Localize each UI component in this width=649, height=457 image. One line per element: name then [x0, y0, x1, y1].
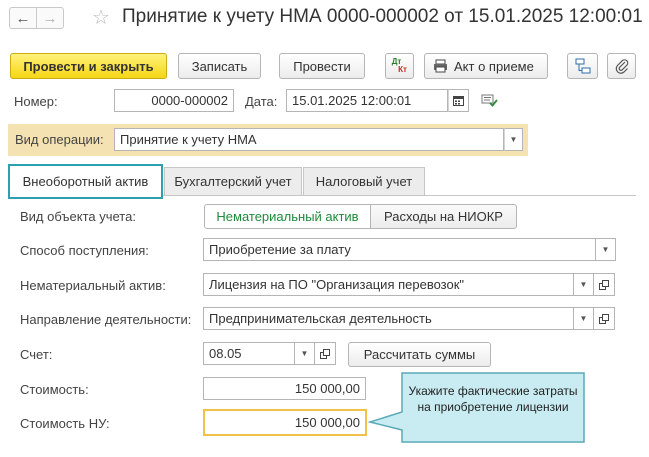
- act-print-label: Акт о приеме: [454, 58, 534, 74]
- chevron-down-icon: ▼: [579, 314, 588, 323]
- chevron-down-icon: ▼: [601, 245, 610, 254]
- tab-non-current-asset[interactable]: Внеоборотный актив: [8, 164, 163, 199]
- tax-cost-label: Стоимость НУ:: [20, 416, 110, 431]
- calculate-sums-button[interactable]: Рассчитать суммы: [348, 342, 491, 367]
- number-label: Номер:: [14, 94, 58, 109]
- activity-field[interactable]: Предпринимательская деятельность: [203, 307, 574, 330]
- operation-dropdown-button[interactable]: ▼: [504, 128, 523, 151]
- act-print-button[interactable]: Акт о приеме: [424, 53, 548, 79]
- kt-icon-text: Кт: [398, 65, 407, 74]
- intangible-asset-field[interactable]: Лицензия на ПО "Организация перевозок": [203, 273, 574, 296]
- dt-kt-button[interactable]: Дт Кт: [385, 53, 414, 79]
- paperclip-icon: [615, 59, 628, 74]
- receipt-method-field[interactable]: Приобретение за плату: [203, 238, 596, 261]
- operation-label: Вид операции:: [15, 132, 104, 147]
- calendar-icon: [453, 96, 464, 106]
- chevron-down-icon: ▼: [509, 135, 518, 144]
- printer-icon: [434, 59, 447, 73]
- structure-button[interactable]: [567, 53, 598, 79]
- tab-tax-accounting[interactable]: Налоговый учет: [303, 167, 425, 195]
- cost-label: Стоимость:: [20, 382, 89, 397]
- open-window-icon: [599, 313, 609, 324]
- tab-accounting[interactable]: Бухгалтерский учет: [164, 167, 302, 195]
- account-dropdown[interactable]: ▼: [295, 342, 315, 365]
- post-and-close-button[interactable]: Провести и закрыть: [10, 53, 167, 79]
- activity-open-button[interactable]: [594, 307, 615, 330]
- save-button[interactable]: Записать: [178, 53, 261, 79]
- tax-cost-field[interactable]: 150 000,00: [203, 409, 367, 436]
- date-label: Дата:: [245, 94, 278, 109]
- window-title: Принятие к учету НМА 0000-000002 от 15.0…: [122, 6, 643, 27]
- chevron-down-icon: ▼: [579, 280, 588, 289]
- activity-label: Направление деятельности:: [20, 312, 192, 327]
- object-type-label: Вид объекта учета:: [20, 209, 136, 224]
- account-open-button[interactable]: [315, 342, 336, 365]
- open-window-icon: [599, 279, 609, 290]
- arrow-right-icon: →: [42, 9, 58, 27]
- intangible-asset-open-button[interactable]: [594, 273, 615, 296]
- chevron-down-icon: ▼: [300, 349, 309, 358]
- intangible-asset-label: Нематериальный актив:: [20, 278, 166, 293]
- calendar-button[interactable]: [448, 89, 469, 112]
- intangible-asset-dropdown[interactable]: ▼: [574, 273, 594, 296]
- number-field[interactable]: 0000-000002: [114, 89, 234, 112]
- operation-field[interactable]: Принятие к учету НМА: [114, 128, 504, 151]
- post-button[interactable]: Провести: [279, 53, 365, 79]
- history-icon-button[interactable]: [481, 93, 498, 110]
- attachment-button[interactable]: [607, 53, 636, 79]
- account-field[interactable]: 08.05: [203, 342, 295, 365]
- toggle-intangible-asset[interactable]: Нематериальный актив: [204, 204, 371, 229]
- back-button[interactable]: ←: [9, 7, 37, 29]
- document-check-icon: [481, 94, 498, 107]
- activity-dropdown[interactable]: ▼: [574, 307, 594, 330]
- arrow-left-icon: ←: [15, 9, 31, 27]
- account-label: Счет:: [20, 347, 53, 362]
- receipt-method-dropdown[interactable]: ▼: [596, 238, 616, 261]
- receipt-method-label: Способ поступления:: [20, 243, 149, 258]
- cost-field[interactable]: 150 000,00: [203, 377, 366, 400]
- forward-button[interactable]: →: [36, 7, 64, 29]
- open-window-icon: [320, 348, 330, 359]
- callout-text: Укажите фактические затраты на приобрете…: [408, 384, 578, 414]
- toggle-rnd-expenses[interactable]: Расходы на НИОКР: [370, 204, 517, 229]
- date-field[interactable]: 15.01.2025 12:00:01: [286, 89, 448, 112]
- hierarchy-icon: [575, 58, 590, 74]
- favorite-star-icon[interactable]: ☆: [92, 5, 110, 30]
